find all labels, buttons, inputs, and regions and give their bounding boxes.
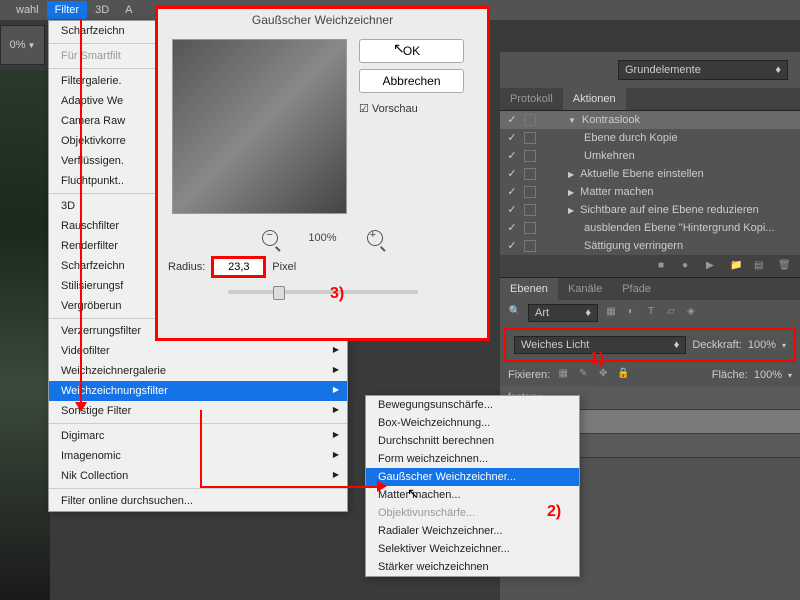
image-filter-icon[interactable]: ▦ xyxy=(604,306,618,320)
cursor-icon: ↖ xyxy=(393,40,405,57)
tab-ebenen[interactable]: Ebenen xyxy=(500,278,558,300)
action-row[interactable]: ✓▼ Kontraslook xyxy=(500,111,800,129)
trash-icon[interactable]: 🗑 xyxy=(778,260,790,272)
canvas-area xyxy=(0,70,50,600)
new-icon[interactable]: ▤ xyxy=(754,260,766,272)
filter-type-select[interactable]: Art♦ xyxy=(528,304,598,322)
action-row[interactable]: ✓▶ Aktuelle Ebene einstellen xyxy=(500,165,800,183)
fill-label: Fläche: xyxy=(712,369,748,381)
filter-menu-item[interactable]: Digimarc xyxy=(49,426,347,446)
type-filter-icon[interactable]: T xyxy=(644,306,658,320)
menu-filter[interactable]: Filter xyxy=(47,1,87,19)
zoom-out-icon[interactable] xyxy=(262,230,278,246)
smart-filter-icon[interactable]: ◈ xyxy=(684,306,698,320)
cursor-icon: ↖ xyxy=(407,485,419,502)
fill-value[interactable]: 100% xyxy=(754,369,782,381)
submenu-item[interactable]: Stärker weichzeichnen xyxy=(366,558,579,576)
opacity-value[interactable]: 100% xyxy=(748,339,776,351)
annotation-3: 3) xyxy=(330,285,344,303)
annotation-1: 1) xyxy=(590,350,604,368)
dialog-title: Gaußscher Weichzeichner xyxy=(158,9,487,31)
submenu-item[interactable]: Matter machen... xyxy=(366,486,579,504)
tab-aktionen[interactable]: Aktionen xyxy=(563,88,626,110)
radius-input[interactable] xyxy=(211,256,266,278)
filter-menu-item[interactable]: Filter online durchsuchen... xyxy=(49,491,347,511)
tab-kanale[interactable]: Kanäle xyxy=(558,278,612,300)
submenu-item[interactable]: Bewegungsunschärfe... xyxy=(366,396,579,414)
lock-pixels-icon[interactable]: ▦ xyxy=(556,368,570,382)
filter-menu-item[interactable]: Weichzeichnungsfilter xyxy=(49,381,347,401)
zoom-in-icon[interactable] xyxy=(367,230,383,246)
action-row[interactable]: ✓Sättigung verringern xyxy=(500,237,800,255)
submenu-item[interactable]: Durchschnitt berechnen xyxy=(366,432,579,450)
annotation-2: 2) xyxy=(547,503,561,521)
shape-filter-icon[interactable]: ▱ xyxy=(664,306,678,320)
menu-item[interactable]: wahl xyxy=(8,1,47,19)
arrow-line xyxy=(200,486,380,488)
lock-label: Fixieren: xyxy=(508,369,550,381)
gaussian-blur-dialog: Gaußscher Weichzeichner OK Abbrechen ☑ V… xyxy=(155,6,490,341)
submenu-item[interactable]: Radialer Weichzeichner... xyxy=(366,522,579,540)
menu-item[interactable]: 3D xyxy=(87,1,117,19)
tab-pfade[interactable]: Pfade xyxy=(612,278,661,300)
preview-checkbox[interactable]: ☑ Vorschau xyxy=(359,101,479,115)
lock-all-icon[interactable]: 🔒 xyxy=(616,368,630,382)
folder-icon[interactable]: 📁 xyxy=(730,260,742,272)
preview-area[interactable] xyxy=(172,39,347,214)
opacity-label: Deckkraft: xyxy=(692,339,742,351)
submenu-item[interactable]: Selektiver Weichzeichner... xyxy=(366,540,579,558)
action-row[interactable]: ✓▶ Matter machen xyxy=(500,183,800,201)
filter-menu-item[interactable]: Weichzeichnergalerie xyxy=(49,361,347,381)
lock-move-icon[interactable]: ✥ xyxy=(596,368,610,382)
filter-menu-item[interactable]: Nik Collection xyxy=(49,466,347,486)
stop-icon[interactable]: ■ xyxy=(658,260,670,272)
arrow-head-icon xyxy=(75,402,87,412)
cancel-button[interactable]: Abbrechen xyxy=(359,69,464,93)
arrow-line xyxy=(200,410,202,487)
action-row[interactable]: ✓Ebene durch Kopie xyxy=(500,129,800,147)
preset-dropdown[interactable]: Grundelemente♦ xyxy=(618,60,788,80)
action-controls: ■ ● ▶ 📁 ▤ 🗑 xyxy=(500,255,800,277)
menu-item[interactable]: A xyxy=(117,1,140,19)
zoom-level: 100% xyxy=(308,232,336,244)
blur-submenu: Bewegungsunschärfe...Box-Weichzeichnung.… xyxy=(365,395,580,577)
action-list: ✓▼ Kontraslook✓Ebene durch Kopie✓Umkehre… xyxy=(500,111,800,255)
action-row[interactable]: ✓Umkehren xyxy=(500,147,800,165)
zoom-indicator: 0%▼ xyxy=(0,25,45,65)
record-icon[interactable]: ● xyxy=(682,260,694,272)
action-row[interactable]: ✓ausblenden Ebene "Hintergrund Kopi... xyxy=(500,219,800,237)
search-icon: 🔍 xyxy=(508,306,522,320)
submenu-item[interactable]: Box-Weichzeichnung... xyxy=(366,414,579,432)
tab-protokoll[interactable]: Protokoll xyxy=(500,88,563,110)
lock-brush-icon[interactable]: ✎ xyxy=(576,368,590,382)
action-row[interactable]: ✓▶ Sichtbare auf eine Ebene reduzieren xyxy=(500,201,800,219)
filter-menu-item[interactable]: Sonstige Filter xyxy=(49,401,347,421)
radius-label: Radius: xyxy=(168,261,205,273)
filter-menu-item[interactable]: Imagenomic xyxy=(49,446,347,466)
play-icon[interactable]: ▶ xyxy=(706,260,718,272)
submenu-item[interactable]: Form weichzeichnen... xyxy=(366,450,579,468)
radius-slider[interactable] xyxy=(228,290,418,294)
adjust-filter-icon[interactable]: ◐ xyxy=(624,306,638,320)
arrow-head-icon xyxy=(377,480,387,492)
filter-menu-item[interactable]: Videofilter xyxy=(49,341,347,361)
arrow-line xyxy=(80,20,82,405)
radius-unit: Pixel xyxy=(272,261,296,273)
ok-button[interactable]: OK xyxy=(359,39,464,63)
submenu-item[interactable]: Gaußscher Weichzeichner... xyxy=(366,468,579,486)
